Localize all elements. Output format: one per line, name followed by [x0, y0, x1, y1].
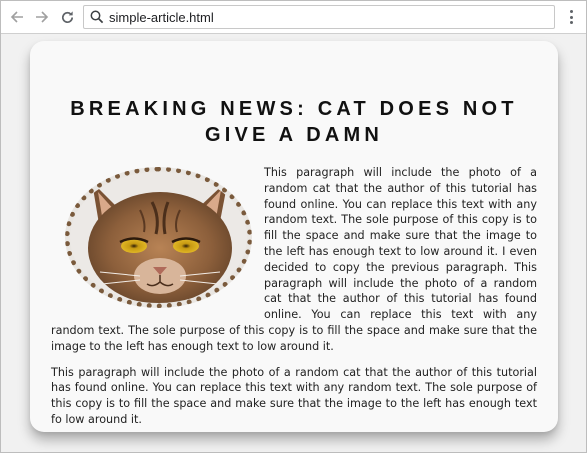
- search-icon: [90, 10, 104, 24]
- browser-menu-button[interactable]: [564, 8, 578, 26]
- browser-window: simple-article.html BREAKING NEWS: CAT D…: [0, 0, 587, 453]
- article-paragraph-2: This paragraph will include the photo of…: [51, 365, 537, 426]
- back-arrow-icon: [10, 11, 23, 23]
- address-bar[interactable]: simple-article.html: [83, 5, 555, 29]
- cat-photo: [65, 167, 252, 308]
- address-bar-url: simple-article.html: [109, 10, 214, 25]
- forward-arrow-icon: [36, 11, 49, 23]
- menu-dots-icon: [569, 10, 573, 13]
- browser-toolbar: simple-article.html: [1, 1, 586, 34]
- menu-dot: [569, 15, 573, 19]
- article-card: BREAKING NEWS: CAT DOES NOT GIVE A DAMN: [30, 41, 558, 432]
- reload-button[interactable]: [57, 7, 77, 27]
- back-button[interactable]: [7, 7, 27, 27]
- page-viewport: BREAKING NEWS: CAT DOES NOT GIVE A DAMN: [1, 35, 586, 452]
- reload-icon: [61, 10, 73, 23]
- article-title: BREAKING NEWS: CAT DOES NOT GIVE A DAMN: [70, 98, 518, 146]
- cat-image: [70, 172, 247, 303]
- menu-dot: [569, 21, 573, 24]
- article-content: This paragraph will include the photo of…: [51, 165, 537, 438]
- forward-button[interactable]: [32, 7, 52, 27]
